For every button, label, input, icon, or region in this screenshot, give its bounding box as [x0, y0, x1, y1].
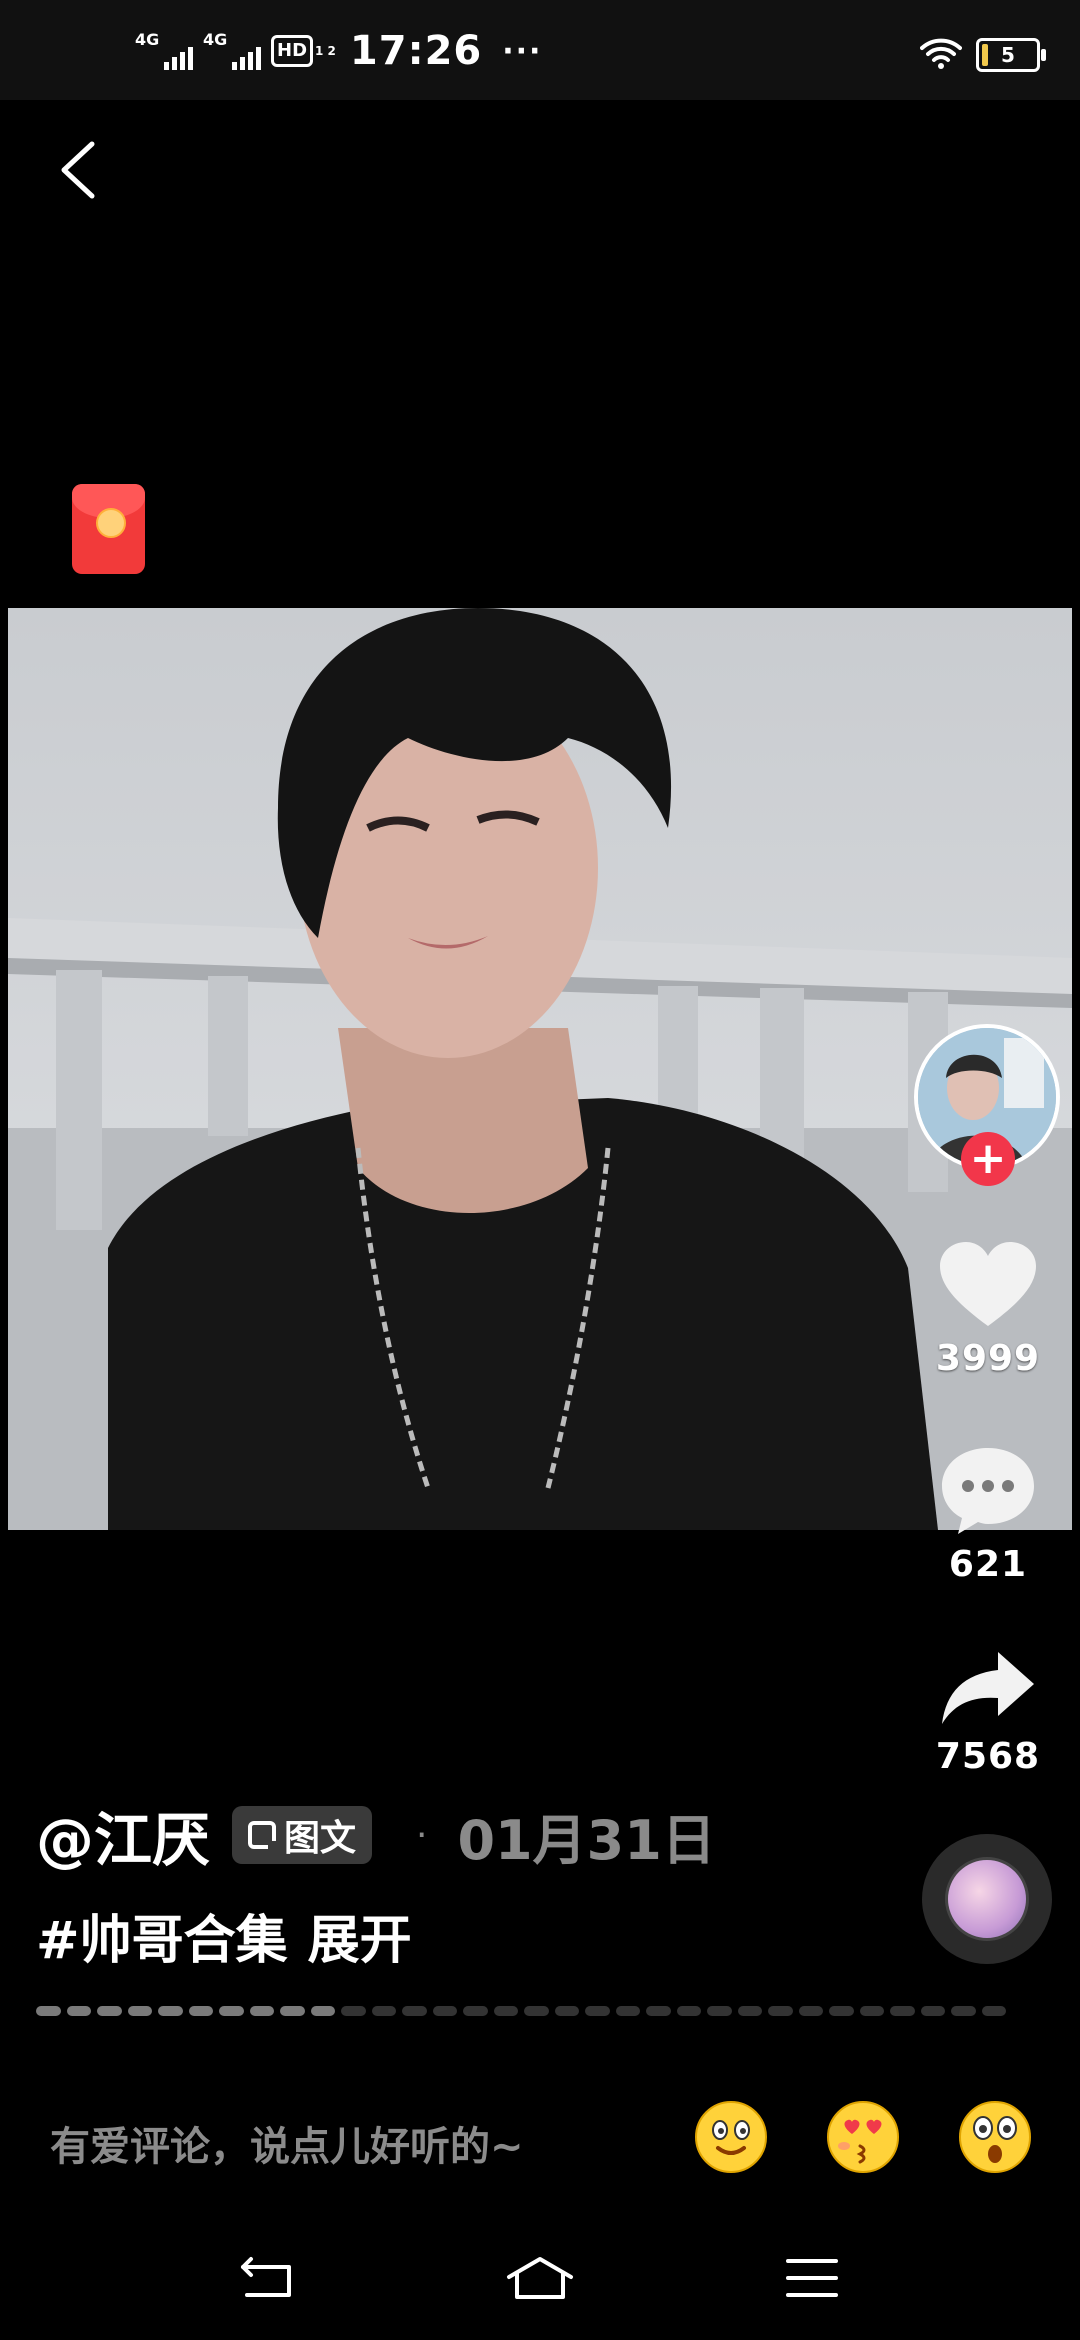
battery-icon: 5 — [976, 38, 1046, 72]
heart-icon — [940, 1242, 1036, 1326]
progress-segment — [981, 2006, 1006, 2016]
post-detail-screen: 4G 4G HD 1 2 17:26 ··· 5 + 3999 621 7568… — [0, 0, 1080, 2340]
caption-row: #帅哥合集 展开 — [36, 1898, 412, 1973]
heart-eyes-kiss-emoji-icon[interactable] — [826, 2100, 900, 2174]
progress-segment — [707, 2006, 732, 2016]
progress-segment — [66, 2006, 91, 2016]
nav-back-icon — [241, 2257, 291, 2297]
progress-segment — [585, 2006, 610, 2016]
share-button[interactable]: 7568 — [918, 1648, 1058, 1777]
more-notifications-icon: ··· — [502, 33, 543, 69]
like-count: 3999 — [935, 1338, 1041, 1379]
image-text-icon — [248, 1821, 283, 1855]
separator-dot: · — [416, 1814, 428, 1856]
nav-menu-icon — [786, 2259, 838, 2297]
nav-back-button[interactable] — [234, 2250, 304, 2306]
comment-count: 621 — [948, 1544, 1028, 1585]
image-progress-indicator — [36, 2006, 1006, 2018]
expand-button[interactable]: 展开 — [308, 1898, 412, 1973]
progress-segment — [402, 2006, 427, 2016]
progress-segment — [890, 2006, 915, 2016]
nav-home-button[interactable] — [505, 2250, 575, 2306]
progress-segment — [249, 2006, 274, 2016]
status-right: 5 — [920, 36, 1046, 74]
progress-segment — [97, 2006, 122, 2016]
red-packet-icon[interactable] — [72, 484, 145, 574]
progress-segment — [463, 2006, 488, 2016]
network-type-1: 4G — [135, 30, 160, 49]
post-type-tag: 图文 — [232, 1806, 373, 1864]
progress-segment — [280, 2006, 305, 2016]
signal-icon-2: 4G — [203, 28, 261, 74]
progress-segment — [493, 2006, 518, 2016]
post-date: 01月31日 — [457, 1808, 716, 1872]
progress-segment — [676, 2006, 701, 2016]
battery-level: 5 — [1001, 43, 1015, 67]
nav-home-icon — [507, 2257, 573, 2299]
progress-segment — [188, 2006, 213, 2016]
post-image[interactable] — [8, 608, 1072, 1530]
comment-bar: 有爱评论，说点儿好听的~ — [0, 2078, 1080, 2228]
hashtag[interactable]: #帅哥合集 — [36, 1898, 288, 1973]
comment-input[interactable]: 有爱评论，说点儿好听的~ — [50, 2102, 670, 2192]
wifi-icon — [920, 36, 962, 74]
progress-segment — [36, 2006, 61, 2016]
nav-menu-button[interactable] — [777, 2250, 847, 2306]
network-type-2: 4G — [203, 30, 228, 49]
music-cover-icon — [945, 1857, 1029, 1941]
progress-segment — [341, 2006, 366, 2016]
follow-button[interactable]: + — [961, 1132, 1015, 1186]
share-count: 7568 — [935, 1736, 1041, 1777]
back-button[interactable] — [50, 140, 106, 200]
progress-segment — [219, 2006, 244, 2016]
progress-segment — [829, 2006, 854, 2016]
status-time: 17:26 — [349, 28, 483, 74]
comment-icon — [942, 1448, 1034, 1534]
progress-segment — [554, 2006, 579, 2016]
progress-segment — [951, 2006, 976, 2016]
progress-segment — [371, 2006, 396, 2016]
share-icon — [942, 1652, 1034, 1724]
progress-segment — [798, 2006, 823, 2016]
music-disc[interactable] — [922, 1834, 1052, 1964]
progress-segment — [158, 2006, 183, 2016]
progress-segment — [524, 2006, 549, 2016]
comment-button[interactable]: 621 — [918, 1444, 1058, 1585]
surprised-emoji-icon[interactable] — [958, 2100, 1032, 2174]
progress-segment — [920, 2006, 945, 2016]
progress-segment — [859, 2006, 884, 2016]
progress-segment — [432, 2006, 457, 2016]
progress-segment — [737, 2006, 762, 2016]
like-button[interactable]: 3999 — [918, 1240, 1058, 1379]
hd-voice-icon: HD 1 2 — [271, 35, 336, 67]
smile-emoji-icon[interactable] — [694, 2100, 768, 2174]
progress-segment — [615, 2006, 640, 2016]
author-avatar[interactable]: + — [914, 1024, 1060, 1186]
chevron-left-icon — [61, 141, 95, 199]
signal-icon-1: 4G — [135, 28, 193, 74]
author-name[interactable]: @江厌 — [36, 1793, 210, 1877]
progress-segment — [310, 2006, 335, 2016]
status-bar: 4G 4G HD 1 2 17:26 ··· 5 — [0, 0, 1080, 100]
system-nav-bar — [0, 2210, 1080, 2340]
status-left: 4G 4G HD 1 2 17:26 ··· — [135, 28, 542, 74]
progress-segment — [646, 2006, 671, 2016]
post-type-label: 图文 — [284, 1818, 357, 1859]
progress-segment — [127, 2006, 152, 2016]
author-row: @江厌 图文 · 01月31日 — [36, 1800, 716, 1874]
progress-segment — [768, 2006, 793, 2016]
hd-label: HD — [271, 35, 314, 67]
hd-fraction: 1 2 — [315, 43, 336, 58]
